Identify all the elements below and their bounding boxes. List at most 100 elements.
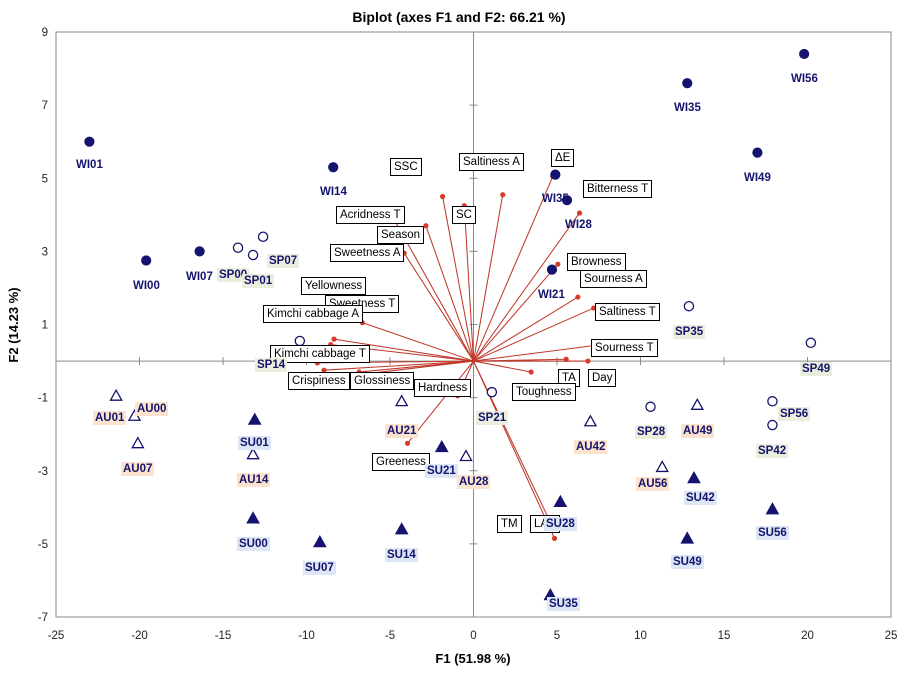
- observation-label-WI14: WI14: [320, 186, 347, 198]
- observation-label-SU49: SU49: [671, 555, 704, 569]
- variable-label-sc: SC: [452, 206, 476, 224]
- observation-marker-AU01: [109, 388, 123, 401]
- variable-vector-tip: [551, 535, 558, 541]
- observation-label-SP07: SP07: [267, 254, 300, 268]
- chart-title: Biplot (axes F1 and F2: 66.21 %): [352, 9, 565, 25]
- observation-label-SU21: SU21: [425, 464, 458, 478]
- x-tick-label: 5: [554, 630, 560, 642]
- variable-vector: [472, 194, 504, 362]
- variable-label-saltiness-a: Saltiness A: [459, 153, 524, 171]
- variable-label-sweetness-a: Sweetness A: [330, 244, 405, 262]
- observation-label-AU21: AU21: [385, 424, 419, 438]
- y-axis-title: F2 (14.23 %): [6, 287, 21, 362]
- y-tick-label: 5: [42, 173, 48, 185]
- y-tick-label: -7: [38, 612, 48, 624]
- observation-label-SP21: SP21: [476, 411, 509, 425]
- observation-label-WI21: WI21: [538, 289, 565, 301]
- variable-vector-tip: [585, 358, 591, 364]
- observation-marker-SU07: [313, 535, 327, 548]
- x-tick-label: 25: [885, 630, 898, 642]
- biplot-svg: -25 -20 -15 -10 -5 0 5 10 15 20 25 9 7 5 3 1 -1 -3 -5 -7 B…: [6, 9, 898, 666]
- observation-label-SP14: SP14: [255, 358, 288, 372]
- variable-vector: [362, 322, 474, 362]
- observation-label-WI07: WI07: [186, 271, 213, 283]
- observation-marker-SP21: [486, 386, 498, 398]
- observation-marker-SU01: [247, 412, 262, 425]
- variable-label-glossiness: Glossiness: [350, 372, 415, 390]
- y-tick-label: 9: [42, 27, 48, 39]
- observation-label-SP01: SP01: [242, 274, 275, 288]
- observation-label-AU01: AU01: [93, 411, 127, 425]
- observation-marker-WI35: [682, 78, 693, 89]
- x-tick-label: -5: [385, 630, 395, 642]
- observation-marker-SU28: [553, 494, 568, 508]
- y-tick-label: 7: [42, 100, 48, 112]
- variable-label-toughness: Toughness: [512, 383, 576, 401]
- observation-label-SP42: SP42: [756, 444, 789, 458]
- observation-marker-SP28: [645, 401, 656, 413]
- observation-label-SU56: SU56: [756, 526, 789, 540]
- observation-label-SU28: SU28: [544, 517, 577, 531]
- observation-marker-WI14: [328, 162, 339, 173]
- x-tick-label: -15: [215, 630, 232, 642]
- observation-marker-SU14: [394, 522, 409, 535]
- variable-label-tm: TM: [497, 515, 522, 533]
- observation-label-AU07: AU07: [121, 462, 155, 476]
- variable-label-browness: Browness: [567, 253, 626, 271]
- observation-marker-AU28: [459, 449, 473, 462]
- observation-label-SP28: SP28: [635, 425, 668, 439]
- x-tick-label: 0: [470, 630, 476, 642]
- observation-label-AU49: AU49: [681, 424, 715, 438]
- observation-marker-SP00: [232, 242, 244, 253]
- variable-label-acridness-t: Acridness T: [336, 206, 405, 224]
- variable-label-hardness: Hardness: [414, 379, 472, 397]
- observation-label-WI56: WI56: [791, 73, 818, 85]
- variable-label--e: ΔE: [551, 149, 575, 167]
- variable-vector-tip: [440, 193, 446, 200]
- x-tick-label: 20: [801, 630, 814, 642]
- y-tick-label: 3: [42, 246, 48, 258]
- observation-marker-SP35: [683, 300, 695, 312]
- variable-label-day: Day: [588, 369, 617, 387]
- y-axis-ticks: 9 7 5 3 1 -1 -3 -5 -7: [38, 27, 478, 624]
- x-tick-label: -20: [131, 630, 148, 642]
- observation-marker-WI00: [141, 255, 152, 266]
- observation-marker-AU56: [655, 460, 669, 473]
- observation-marker-WI01: [84, 136, 95, 147]
- variable-vector: [473, 296, 579, 362]
- observation-marker-AU14: [246, 447, 260, 460]
- variable-vector-tip: [575, 294, 581, 300]
- observation-label-WI49: WI49: [744, 172, 771, 184]
- observation-marker-SP56: [767, 396, 778, 407]
- observation-marker-AU21: [394, 394, 409, 407]
- observation-label-SU01: SU01: [238, 436, 271, 450]
- observation-label-SU07: SU07: [303, 561, 336, 575]
- observation-marker-WI49: [752, 147, 763, 158]
- observation-label-AU42: AU42: [574, 440, 608, 454]
- observation-label-SU14: SU14: [385, 548, 418, 562]
- variable-vector-tip: [331, 336, 337, 342]
- observation-marker-AU42: [583, 414, 598, 427]
- observation-marker-AU49: [690, 398, 704, 410]
- x-tick-label: 10: [634, 630, 647, 642]
- y-tick-label: -3: [38, 466, 48, 478]
- observation-marker-SP42: [767, 419, 778, 431]
- observation-marker-SU56: [765, 502, 780, 515]
- variable-vector-tip: [404, 440, 411, 446]
- y-tick-label: -1: [38, 393, 48, 405]
- variable-label-ssc: SSC: [390, 158, 422, 176]
- observation-marker-WI21: [546, 264, 558, 275]
- observation-marker-SP01: [247, 249, 259, 261]
- observation-marker-SU42: [687, 471, 701, 484]
- variable-label-crispiness: Crispiness: [288, 372, 350, 390]
- observation-marker-SP07: [257, 231, 269, 242]
- observation-marker-SU49: [680, 531, 695, 544]
- observation-label-SP49: SP49: [800, 362, 833, 376]
- variable-label-greeness: Greeness: [372, 453, 430, 471]
- variable-label-season: Season: [377, 226, 425, 244]
- variable-vector-tip: [576, 210, 583, 216]
- observation-label-SP56: SP56: [778, 407, 811, 421]
- variable-vector-tip: [500, 192, 506, 198]
- observation-label-SU42: SU42: [684, 491, 717, 505]
- observation-marker-WI56: [799, 48, 810, 60]
